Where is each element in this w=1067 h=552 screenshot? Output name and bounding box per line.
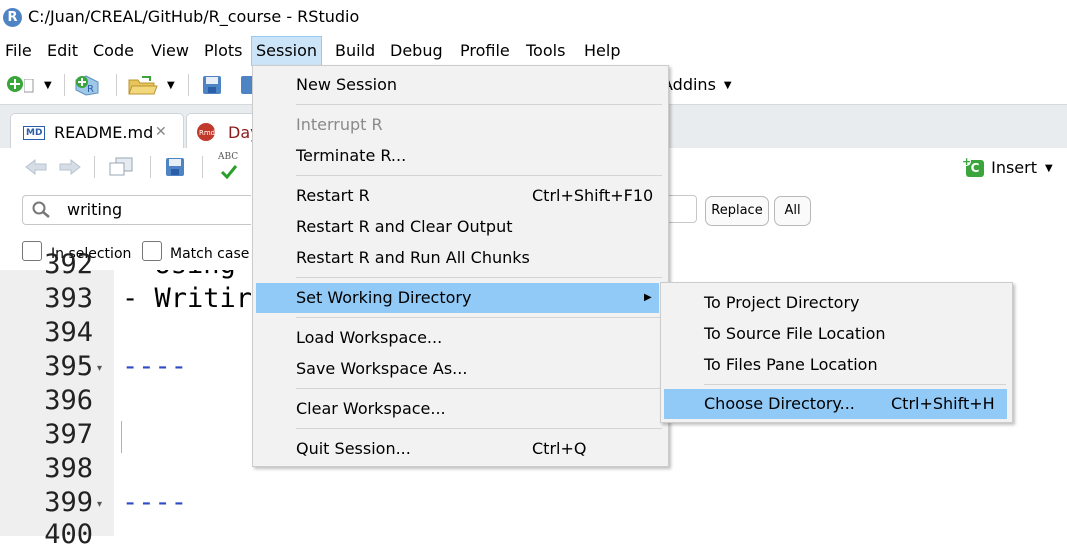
text-cursor <box>121 421 122 453</box>
menu-item-save-workspace[interactable]: Save Workspace As... <box>253 354 668 384</box>
menu-item-restart-r[interactable]: Restart R Ctrl+Shift+F10 <box>253 181 668 211</box>
menu-item-to-project-directory[interactable]: To Project Directory <box>661 288 1012 318</box>
chevron-down-icon[interactable]: ▼ <box>167 80 175 91</box>
find-input[interactable]: writing <box>22 195 251 225</box>
menu-view[interactable]: View <box>147 36 193 66</box>
shortcut-text: Ctrl+Q <box>532 439 587 458</box>
chevron-down-icon: ▼ <box>723 80 732 91</box>
find-input-value: writing <box>67 200 123 219</box>
menu-profile[interactable]: Profile <box>456 36 514 66</box>
code-line: ---- <box>122 487 188 518</box>
new-file-icon[interactable] <box>6 75 24 93</box>
replace-button[interactable]: Replace <box>705 196 769 226</box>
working-directory-submenu: To Project Directory To Source File Loca… <box>660 282 1013 423</box>
menu-edit[interactable]: Edit <box>43 36 82 66</box>
shortcut-text: Ctrl+Shift+H <box>891 394 995 413</box>
menu-item-to-source-file-location[interactable]: To Source File Location <box>661 319 1012 349</box>
back-arrow-icon[interactable] <box>24 159 48 175</box>
replace-all-button[interactable]: All <box>774 196 811 226</box>
menu-build[interactable]: Build <box>331 36 379 66</box>
line-number: 394 <box>44 317 93 348</box>
match-case-label: Match case <box>170 246 250 262</box>
menu-bar: File Edit Code View Plots Session Build … <box>0 36 1067 66</box>
menu-item-interrupt-r: Interrupt R <box>296 115 383 134</box>
menu-help[interactable]: Help <box>580 36 624 66</box>
save-icon[interactable] <box>202 75 222 95</box>
search-icon <box>32 201 50 218</box>
menu-tools[interactable]: Tools <box>522 36 569 66</box>
rstudio-app-icon: R <box>3 8 22 27</box>
fold-chevron-icon[interactable]: ▾ <box>97 499 102 510</box>
submenu-arrow-icon: ▶ <box>644 292 652 303</box>
new-file-box-icon <box>24 79 34 93</box>
addins-dropdown[interactable]: Addins ▼ <box>662 75 732 94</box>
save-all-icon[interactable] <box>240 75 252 95</box>
menu-item-restart-run-chunks[interactable]: Restart R and Run All Chunks <box>253 243 668 273</box>
shortcut-text: Ctrl+Shift+F10 <box>532 186 654 205</box>
fold-chevron-icon[interactable]: ▾ <box>97 363 102 374</box>
menu-plots[interactable]: Plots <box>200 36 247 66</box>
menu-file[interactable]: File <box>1 36 36 66</box>
line-number: 395 <box>44 351 93 382</box>
menu-item-restart-clear-output[interactable]: Restart R and Clear Output <box>253 212 668 242</box>
title-bar: R C:/Juan/CREAL/GitHub/R_course - RStudi… <box>0 0 1067 36</box>
chevron-down-icon[interactable]: ▼ <box>44 80 52 91</box>
insert-label: Insert <box>991 158 1037 177</box>
session-menu: New Session Interrupt R Terminate R... R… <box>252 65 669 467</box>
menu-item-choose-directory[interactable]: Choose Directory... Ctrl+Shift+H <box>664 389 1007 419</box>
menu-item-new-session[interactable]: New Session <box>253 70 668 100</box>
line-number: 393 <box>44 283 93 314</box>
line-number: 398 <box>44 453 93 484</box>
rmd-file-icon: Rmd <box>197 123 215 141</box>
chevron-down-icon: ▼ <box>1044 163 1053 174</box>
menu-item-clear-workspace[interactable]: Clear Workspace... <box>253 394 668 424</box>
menu-debug[interactable]: Debug <box>386 36 447 66</box>
menu-item-load-workspace[interactable]: Load Workspace... <box>253 323 668 353</box>
save-icon[interactable] <box>165 157 185 177</box>
line-number: 399 <box>44 487 93 518</box>
line-number: 397 <box>44 419 93 450</box>
line-number: 400 <box>44 519 93 550</box>
addins-label: Addins <box>662 75 716 94</box>
menu-item-terminate-r[interactable]: Terminate R... <box>253 141 668 171</box>
show-in-new-window-icon[interactable] <box>108 157 134 177</box>
menu-item-set-working-directory[interactable]: Set Working Directory ▶ <box>256 283 659 313</box>
match-case-checkbox[interactable] <box>142 241 162 261</box>
close-icon[interactable]: ✕ <box>155 124 167 140</box>
open-folder-icon[interactable] <box>128 75 158 95</box>
tab-readme[interactable]: MD README.md ✕ <box>10 113 184 150</box>
forward-arrow-icon[interactable] <box>58 159 82 175</box>
code-line: ---- <box>122 351 188 382</box>
code-line: - Writir <box>122 283 253 314</box>
menu-item-quit-session[interactable]: Quit Session... Ctrl+Q <box>253 434 668 464</box>
markdown-file-icon: MD <box>23 126 46 140</box>
svg-text:R: R <box>87 84 94 95</box>
line-number-gutter: 392 393 394 395 ▾ 396 397 398 399 ▾ 400 <box>0 249 114 550</box>
tab-label: README.md <box>54 123 154 142</box>
insert-chunk-button[interactable]: C + Insert ▼ <box>962 156 1053 177</box>
window-title: C:/Juan/CREAL/GitHub/R_course - RStudio <box>28 7 360 26</box>
line-number: 396 <box>44 385 93 416</box>
insert-chunk-icon: C + <box>962 156 986 177</box>
spellcheck-text: ABC <box>218 152 239 162</box>
menu-item-to-files-pane-location[interactable]: To Files Pane Location <box>661 350 1012 380</box>
spellcheck-icon[interactable]: ABC <box>216 152 246 182</box>
new-project-icon[interactable]: R <box>74 73 102 97</box>
menu-code[interactable]: Code <box>89 36 138 66</box>
code-line: - Using <box>122 270 236 282</box>
menu-session[interactable]: Session <box>251 36 323 66</box>
line-number: 392 <box>44 249 93 280</box>
rmd-badge-text: Rmd <box>199 129 215 137</box>
